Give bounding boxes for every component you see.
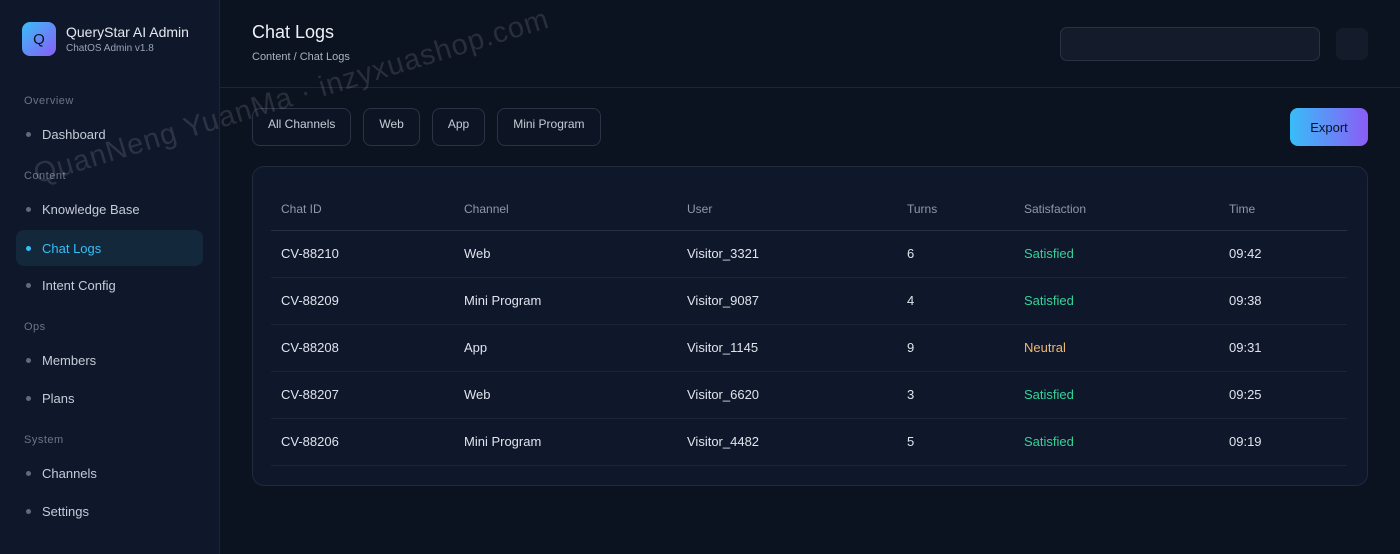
column-header-time: Time — [1219, 189, 1347, 231]
bullet-dot-icon — [26, 508, 31, 514]
cell-user: Visitor_6620 — [677, 371, 897, 419]
nav-section-ops: Ops — [24, 321, 46, 333]
page-title: Chat Logs — [252, 22, 335, 42]
filter-chip-web[interactable]: Web — [363, 108, 420, 146]
search-input[interactable] — [1060, 27, 1320, 61]
table-header-row: Chat ID Channel User Turns Satisfaction … — [271, 189, 1347, 231]
bullet-dot-icon — [26, 131, 31, 137]
cell-channel: Mini Program — [454, 418, 677, 466]
cell-user: Visitor_1145 — [677, 324, 897, 372]
cell-channel: Web — [454, 230, 677, 278]
brand-subtitle: ChatOS Admin v1.8 — [66, 42, 154, 54]
cell-time: 09:25 — [1219, 371, 1347, 419]
bullet-dot-icon — [26, 470, 31, 476]
cell-user: Visitor_4482 — [677, 418, 897, 466]
brand-logo: Q — [22, 22, 56, 56]
cell-channel: Mini Program — [454, 277, 677, 325]
cell-time: 09:19 — [1219, 418, 1347, 466]
filter-chip-all-channels[interactable]: All Channels — [252, 108, 352, 146]
cell-turns: 4 — [897, 277, 1014, 325]
cell-user: Visitor_3321 — [677, 230, 897, 278]
cell-satisfaction: Satisfied — [1014, 230, 1219, 278]
cell-chat-id: CV-88208 — [271, 324, 454, 372]
sidebar-item-label: Chat Logs — [42, 240, 102, 256]
cell-chat-id: CV-88209 — [271, 277, 454, 325]
sidebar-item-label: Channels — [42, 465, 97, 481]
cell-turns: 9 — [897, 324, 1014, 372]
cell-turns: 3 — [897, 371, 1014, 419]
sidebar-item-label: Plans — [42, 390, 75, 406]
filter-chip-app[interactable]: App — [431, 108, 486, 146]
table-row[interactable]: CV-88208 App Visitor_1145 9 Neutral 09:3… — [271, 324, 1347, 372]
sidebar-item-label: Knowledge Base — [42, 201, 140, 217]
filter-chip-mini-program[interactable]: Mini Program — [497, 108, 601, 146]
nav-section-system: System — [24, 434, 64, 446]
cell-satisfaction: Neutral — [1014, 324, 1219, 372]
cell-chat-id: CV-88207 — [271, 371, 454, 419]
breadcrumb: Content / Chat Logs — [252, 51, 350, 63]
cell-user: Visitor_9087 — [677, 277, 897, 325]
bullet-dot-icon — [26, 245, 31, 251]
sidebar-item-label: Intent Config — [42, 277, 116, 293]
column-header-chat-id: Chat ID — [271, 189, 454, 231]
channel-filter-bar: All Channels Web App Mini Program — [252, 108, 613, 146]
table-row[interactable]: CV-88207 Web Visitor_6620 3 Satisfied 09… — [271, 371, 1347, 419]
bullet-dot-icon — [26, 282, 31, 288]
brand: Q QueryStar AI Admin ChatOS Admin v1.8 — [22, 22, 189, 56]
sidebar-item-dashboard[interactable]: Dashboard — [16, 116, 203, 152]
cell-time: 09:31 — [1219, 324, 1347, 372]
sidebar-item-intent-config[interactable]: Intent Config — [16, 267, 203, 303]
sidebar: Q QueryStar AI Admin ChatOS Admin v1.8 O… — [0, 0, 220, 554]
column-header-turns: Turns — [897, 189, 1014, 231]
cell-channel: Web — [454, 371, 677, 419]
export-button[interactable]: Export — [1290, 108, 1368, 146]
sidebar-item-channels[interactable]: Channels — [16, 455, 203, 491]
cell-turns: 6 — [897, 230, 1014, 278]
table-row[interactable]: CV-88209 Mini Program Visitor_9087 4 Sat… — [271, 277, 1347, 325]
chat-logs-table: Chat ID Channel User Turns Satisfaction … — [271, 189, 1347, 466]
sidebar-item-label: Members — [42, 352, 97, 368]
cell-time: 09:42 — [1219, 230, 1347, 278]
main-content: Chat Logs Content / Chat Logs All Channe… — [220, 0, 1400, 554]
sidebar-item-knowledge-base[interactable]: Knowledge Base — [16, 191, 203, 227]
sidebar-item-label: Dashboard — [42, 126, 106, 142]
column-header-satisfaction: Satisfaction — [1014, 189, 1219, 231]
topbar: Chat Logs Content / Chat Logs — [220, 0, 1400, 88]
column-header-user: User — [677, 189, 897, 231]
bullet-dot-icon — [26, 357, 31, 363]
sidebar-item-settings[interactable]: Settings — [16, 493, 203, 529]
sidebar-item-chat-logs[interactable]: Chat Logs — [16, 230, 203, 266]
nav-section-overview: Overview — [24, 95, 74, 107]
table-row[interactable]: CV-88210 Web Visitor_3321 6 Satisfied 09… — [271, 230, 1347, 278]
column-header-channel: Channel — [454, 189, 677, 231]
sidebar-item-label: Settings — [42, 503, 89, 519]
nav-section-content: Content — [24, 170, 67, 182]
table-row[interactable]: CV-88206 Mini Program Visitor_4482 5 Sat… — [271, 418, 1347, 466]
cell-chat-id: CV-88206 — [271, 418, 454, 466]
brand-title: QueryStar AI Admin — [66, 23, 189, 40]
cell-channel: App — [454, 324, 677, 372]
cell-chat-id: CV-88210 — [271, 230, 454, 278]
cell-satisfaction: Satisfied — [1014, 418, 1219, 466]
cell-satisfaction: Satisfied — [1014, 371, 1219, 419]
cell-satisfaction: Satisfied — [1014, 277, 1219, 325]
sidebar-item-members[interactable]: Members — [16, 342, 203, 378]
topbar-action-button[interactable] — [1336, 28, 1368, 60]
app-root: Q QueryStar AI Admin ChatOS Admin v1.8 O… — [0, 0, 1400, 554]
chat-logs-card: Chat ID Channel User Turns Satisfaction … — [252, 166, 1368, 486]
bullet-dot-icon — [26, 206, 31, 212]
cell-time: 09:38 — [1219, 277, 1347, 325]
cell-turns: 5 — [897, 418, 1014, 466]
bullet-dot-icon — [26, 395, 31, 401]
sidebar-item-plans[interactable]: Plans — [16, 380, 203, 416]
